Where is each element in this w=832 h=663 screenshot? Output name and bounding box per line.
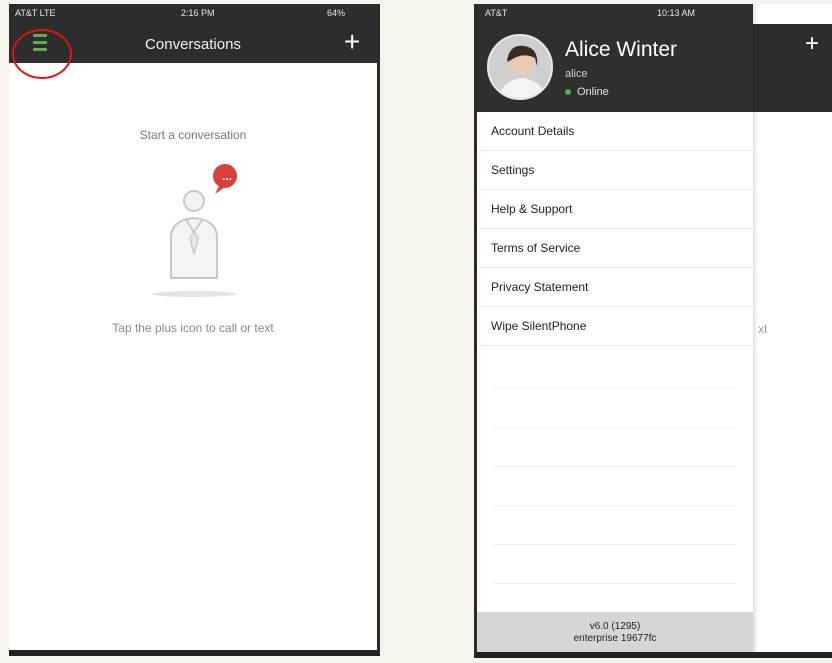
conversations-screen: AT&T LTE 2:16 PM 64% Conversations + Sta… [9,4,380,656]
divider [493,505,737,506]
divider [493,427,737,428]
empty-state-title: Start a conversation [139,128,247,142]
menu-item-settings[interactable]: Settings [477,151,753,190]
version-label: v6.0 (1295) [589,621,641,632]
side-drawer: AT&T 10:13 AM Alice Winter alice Online … [477,4,753,652]
profile-photo-icon [489,36,551,98]
clock-label: 10:13 AM [657,8,696,18]
chat-bubble-dots: ... [221,169,232,183]
menu-item-account-details[interactable]: Account Details [477,112,753,151]
build-label: enterprise 19677fc [573,633,657,644]
profile-username: alice [565,68,588,80]
divider [493,544,737,545]
profile-name: Alice Winter [565,38,678,61]
divider [493,466,737,467]
status-bar: AT&T LTE 2:16 PM 64% [9,4,377,24]
background-nav-bar: + [753,24,832,112]
status-bar: AT&T 10:13 AM [477,4,753,24]
clock-label: 2:16 PM [181,8,215,18]
add-conversation-button[interactable]: + [344,28,360,56]
divider [493,388,737,389]
version-footer: v6.0 (1295) enterprise 19677fc [477,612,753,652]
profile-header[interactable]: AT&T 10:13 AM Alice Winter alice Online [477,4,753,112]
drawer-menu: Account Details Settings Help & Support … [477,112,753,346]
battery-label: 64% [327,8,346,18]
side-menu-screen: + xt AT&T 10:13 AM Alice Winter alice On… [474,4,832,658]
menu-item-help-support[interactable]: Help & Support [477,190,753,229]
online-dot-icon [565,89,571,96]
carrier-label: AT&T [485,8,508,18]
highlight-circle [12,29,72,79]
menu-item-wipe-silentphone[interactable]: Wipe SilentPhone [477,307,753,346]
avatar[interactable] [487,34,553,100]
empty-state-hint: Tap the plus icon to call or text [112,321,274,335]
menu-item-terms-of-service[interactable]: Terms of Service [477,229,753,268]
menu-item-privacy-statement[interactable]: Privacy Statement [477,268,753,307]
divider [493,583,737,584]
presence-status: Online [565,86,609,98]
background-hint-text: xt [758,322,768,336]
carrier-label: AT&T LTE [15,8,56,18]
add-conversation-button[interactable]: + [805,32,819,56]
